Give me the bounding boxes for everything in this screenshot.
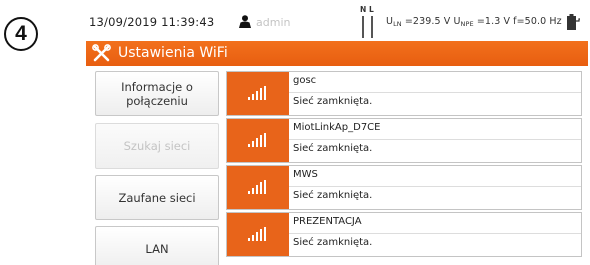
lan-label: LAN — [145, 241, 169, 256]
search-networks-label: Szukaj sieci — [123, 139, 191, 153]
trusted-networks-button[interactable]: Zaufane sieci — [95, 175, 219, 220]
n-label: N — [360, 5, 367, 14]
user-name: admin — [256, 16, 291, 29]
battery-plug-icon — [566, 13, 580, 31]
status-bar: 13/09/2019 11:39:43 admin N L ULN =239.5… — [86, 4, 588, 40]
wifi-signal-icon — [227, 166, 289, 209]
datetime: 13/09/2019 11:39:43 — [89, 15, 215, 29]
wifi-signal-icon — [227, 213, 289, 256]
search-networks-button[interactable]: Szukaj sieci — [95, 123, 219, 169]
network-ssid: gosc — [293, 75, 317, 86]
network-row[interactable]: MiotLinkAp_D7CE Sieć zamknięta. — [226, 118, 582, 163]
network-ssid: MWS — [293, 169, 318, 180]
device-screen: 13/09/2019 11:39:43 admin N L ULN =239.5… — [86, 4, 588, 265]
page-title: Ustawienia WiFi — [118, 45, 228, 61]
voltage-readout: ULN =239.5 V UNPE =1.3 V f=50.0 Hz — [386, 16, 562, 28]
network-row[interactable]: PREZENTACJA Sieć zamknięta. — [226, 212, 582, 257]
network-status: Sieć zamknięta. — [293, 143, 373, 154]
title-bar: Ustawienia WiFi — [86, 41, 588, 66]
network-status: Sieć zamknięta. — [293, 237, 373, 248]
connection-info-button[interactable]: Informacje o połączeniu — [95, 71, 219, 116]
phase-indicator: N L — [360, 5, 376, 38]
wifi-signal-icon — [227, 119, 289, 162]
network-status: Sieć zamknięta. — [293, 190, 373, 201]
step-number-badge: 4 — [4, 17, 38, 51]
network-ssid: MiotLinkAp_D7CE — [293, 122, 381, 133]
l-label: L — [369, 5, 374, 14]
network-status: Sieć zamknięta. — [293, 96, 373, 107]
lan-button[interactable]: LAN — [95, 226, 219, 265]
network-row[interactable]: MWS Sieć zamknięta. — [226, 165, 582, 210]
trusted-networks-label: Zaufane sieci — [118, 190, 196, 205]
wifi-signal-bars — [248, 86, 266, 100]
tools-icon — [92, 44, 111, 63]
network-ssid: PREZENTACJA — [293, 216, 362, 227]
user-icon — [239, 15, 251, 28]
wifi-signal-icon — [227, 72, 289, 115]
connection-info-label: Informacje o połączeniu — [121, 79, 193, 108]
network-row[interactable]: gosc Sieć zamknięta. — [226, 71, 582, 116]
